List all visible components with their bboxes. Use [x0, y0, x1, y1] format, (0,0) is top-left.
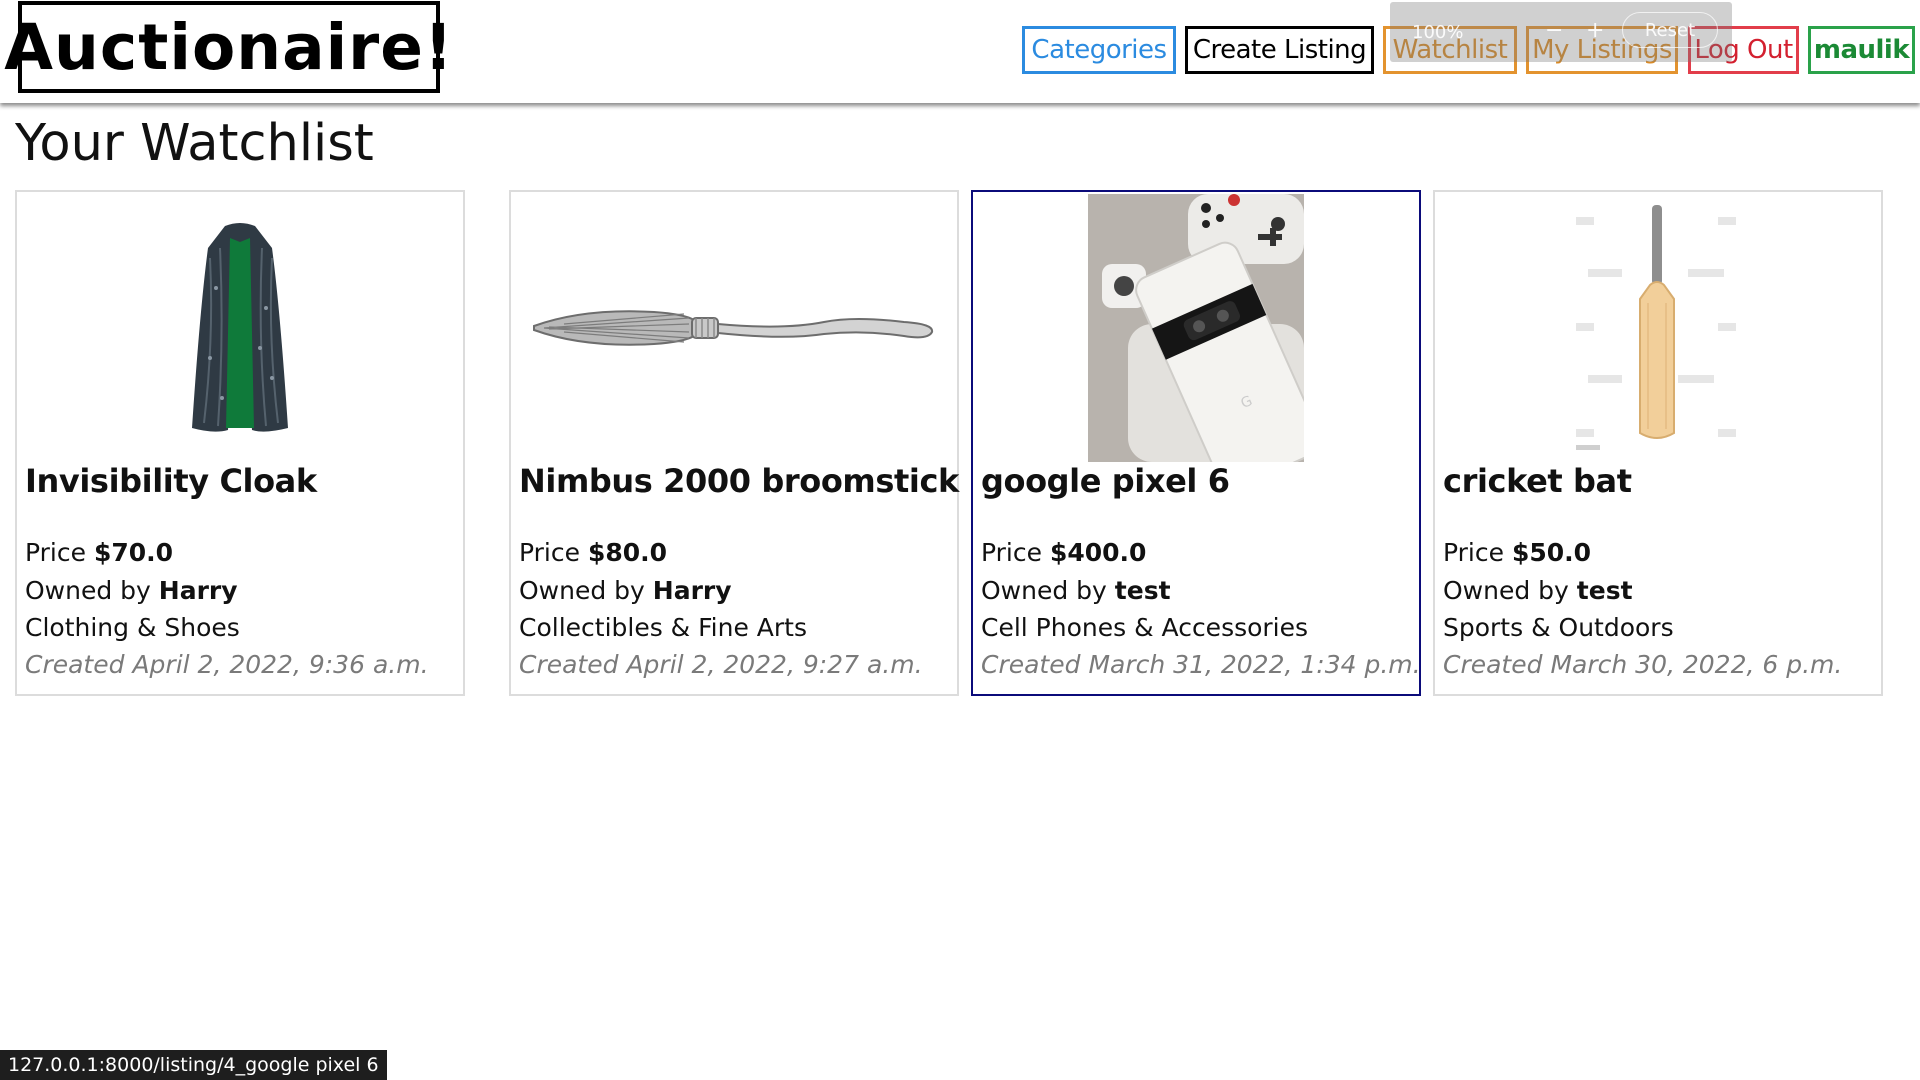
- nav-categories-button[interactable]: Categories: [1022, 26, 1176, 74]
- listing-image[interactable]: [1435, 192, 1881, 464]
- listing-category: Cell Phones & Accessories: [981, 613, 1309, 642]
- listing-price: $400.0: [1049, 538, 1147, 567]
- listing-owner-line: Owned by Harry: [25, 576, 238, 605]
- listing-owner: Harry: [652, 576, 732, 605]
- cricket-bat-image: [1576, 205, 1736, 450]
- nav-create-listing-button[interactable]: Create Listing: [1185, 26, 1374, 74]
- listing-image[interactable]: G: [973, 192, 1419, 464]
- listing-card[interactable]: G google pixel 6 Price $400.0 Owned by t…: [971, 190, 1421, 696]
- listing-category: Clothing & Shoes: [25, 613, 240, 642]
- broomstick-image: [533, 310, 934, 346]
- listing-created: Created April 2, 2022, 9:27 a.m.: [519, 650, 923, 679]
- listing-category: Collectibles & Fine Arts: [519, 613, 808, 642]
- listing-price-line: Price $50.0: [1443, 538, 1592, 567]
- listing-owner-line: Owned by test: [981, 576, 1171, 605]
- listing-owner: test: [1576, 576, 1633, 605]
- listing-price-line: Price $400.0: [981, 538, 1147, 567]
- zoom-in-button[interactable]: +: [1586, 18, 1604, 43]
- listing-price: $50.0: [1511, 538, 1592, 567]
- listing-created: Created March 31, 2022, 1:34 p.m.: [981, 650, 1421, 679]
- listing-owner-line: Owned by test: [1443, 576, 1633, 605]
- cloak-image: [192, 223, 288, 432]
- listing-price: $80.0: [587, 538, 668, 567]
- listing-title[interactable]: Nimbus 2000 broomstick: [519, 462, 959, 500]
- listing-price: $70.0: [93, 538, 174, 567]
- listing-title[interactable]: google pixel 6: [981, 462, 1230, 500]
- listing-owner-line: Owned by Harry: [519, 576, 732, 605]
- zoom-level: 100%: [1412, 22, 1464, 43]
- page-title: Your Watchlist: [15, 114, 374, 173]
- zoom-reset-button[interactable]: Reset: [1622, 12, 1718, 48]
- listing-title[interactable]: cricket bat: [1443, 462, 1632, 500]
- listing-image[interactable]: [17, 192, 463, 464]
- zoom-control: 100% − + Reset: [1390, 2, 1732, 62]
- listing-owner: test: [1114, 576, 1171, 605]
- nav-user-button[interactable]: maulik: [1808, 26, 1915, 74]
- listing-price-line: Price $80.0: [519, 538, 668, 567]
- zoom-out-button[interactable]: −: [1545, 18, 1563, 43]
- link-status-bar: 127.0.0.1:8000/listing/4_google pixel 6: [0, 1050, 387, 1080]
- listing-price-line: Price $70.0: [25, 538, 174, 567]
- listing-owner: Harry: [158, 576, 238, 605]
- listing-created: Created March 30, 2022, 6 p.m.: [1443, 650, 1843, 679]
- listing-title[interactable]: Invisibility Cloak: [25, 462, 317, 500]
- listing-image[interactable]: [511, 192, 957, 464]
- listing-created: Created April 2, 2022, 9:36 a.m.: [25, 650, 429, 679]
- phone-image: G: [1088, 194, 1304, 462]
- listing-category: Sports & Outdoors: [1443, 613, 1674, 642]
- listing-card[interactable]: cricket bat Price $50.0 Owned by test Sp…: [1433, 190, 1883, 696]
- listing-card[interactable]: Invisibility Cloak Price $70.0 Owned by …: [15, 190, 465, 696]
- brand-logo[interactable]: Auctionaire!: [4, 1, 453, 93]
- listing-card[interactable]: Nimbus 2000 broomstick Price $80.0 Owned…: [509, 190, 959, 696]
